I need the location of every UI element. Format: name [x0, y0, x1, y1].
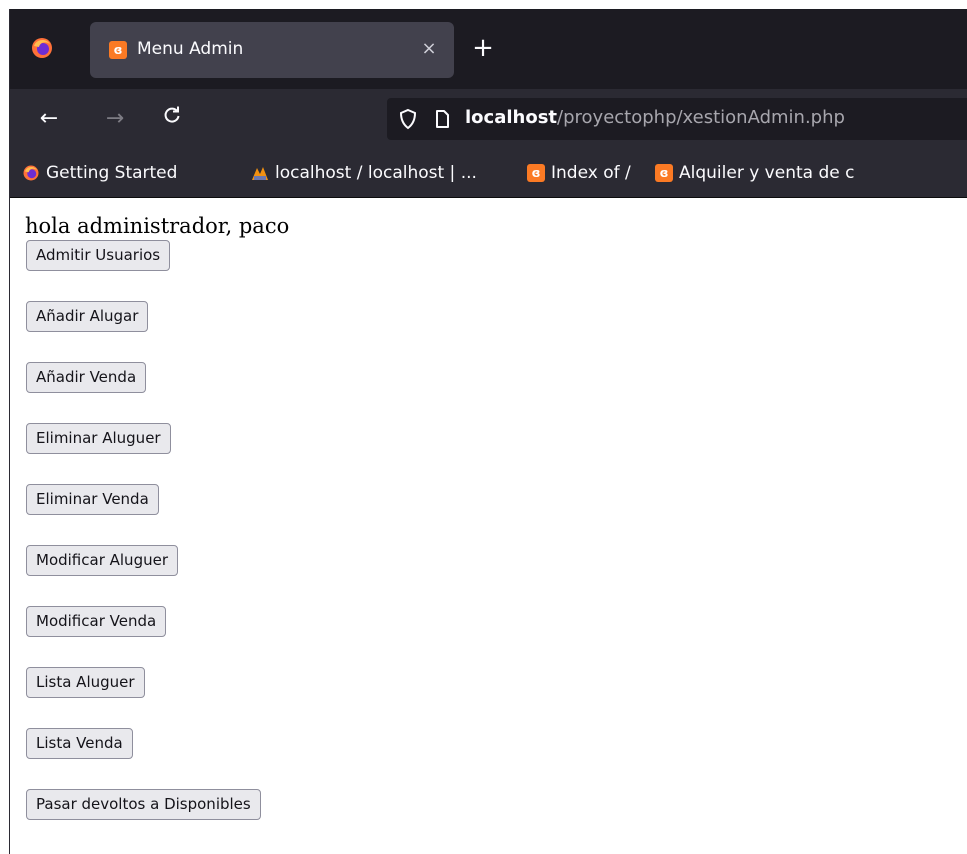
- reload-icon: [164, 106, 180, 123]
- tab-menu-admin[interactable]: ɞ Menu Admin ×: [90, 22, 454, 78]
- url-bar[interactable]: localhost/proyectophp/xestionAdmin.php: [387, 98, 967, 140]
- bookmark-label: localhost / localhost | ...: [275, 163, 477, 183]
- anadir-alugar-button[interactable]: Añadir Alugar: [26, 301, 149, 332]
- bookmark-getting-started[interactable]: Getting Started: [22, 162, 177, 184]
- back-button[interactable]: ←: [34, 104, 64, 134]
- bookmark-label: Getting Started: [46, 163, 178, 183]
- bookmark-label: Alquiler y venta de c: [679, 163, 855, 183]
- bookmark-phpmyadmin[interactable]: localhost / localhost | ...: [251, 162, 477, 184]
- firefox-menu-icon[interactable]: [30, 36, 54, 60]
- close-icon[interactable]: ×: [418, 38, 440, 60]
- modificar-aluguer-button[interactable]: Modificar Aluguer: [26, 545, 178, 576]
- greeting-text: hola administrador, paco: [25, 214, 290, 238]
- eliminar-venda-button[interactable]: Eliminar Venda: [26, 484, 159, 515]
- browser-window: ɞ Menu Admin × + ← → localhost/proyectop…: [10, 9, 967, 854]
- page-icon[interactable]: [431, 108, 453, 130]
- anadir-venda-button[interactable]: Añadir Venda: [26, 362, 147, 393]
- url-host: localhost: [465, 107, 558, 128]
- eliminar-aluguer-button[interactable]: Eliminar Aluguer: [26, 423, 171, 454]
- forward-button[interactable]: →: [100, 104, 130, 134]
- bookmarks-toolbar: Getting Started localhost / localhost | …: [10, 149, 967, 198]
- firefox-icon: [22, 164, 40, 182]
- tab-title: Menu Admin: [137, 39, 244, 59]
- lista-aluguer-button[interactable]: Lista Aluguer: [26, 667, 145, 698]
- new-tab-button[interactable]: +: [468, 34, 498, 64]
- url-text[interactable]: localhost/proyectophp/xestionAdmin.php: [465, 107, 845, 128]
- nav-bar: ← → localhost/proyectophp/xestionAdmin.p…: [10, 89, 967, 149]
- url-path: /proyectophp/xestionAdmin.php: [557, 107, 845, 128]
- tab-strip: ɞ Menu Admin × +: [10, 9, 967, 89]
- bookmark-alquiler[interactable]: ɞ Alquiler y venta de c: [655, 162, 854, 184]
- modificar-venda-button[interactable]: Modificar Venda: [26, 606, 167, 637]
- bookmark-label: Index of /: [551, 163, 631, 183]
- shield-icon[interactable]: [397, 108, 419, 130]
- bookmark-index-of[interactable]: ɞ Index of /: [527, 162, 631, 184]
- lista-venda-button[interactable]: Lista Venda: [26, 728, 133, 759]
- page-content: hola administrador, paco Admitir Usuario…: [10, 198, 967, 854]
- reload-button[interactable]: [157, 104, 187, 134]
- xampp-icon: ɞ: [109, 41, 127, 59]
- xampp-icon: ɞ: [527, 164, 545, 182]
- admitir-usuarios-button[interactable]: Admitir Usuarios: [26, 240, 171, 271]
- pasar-devoltos-button[interactable]: Pasar devoltos a Disponibles: [26, 789, 261, 820]
- xampp-icon: ɞ: [655, 164, 673, 182]
- phpmyadmin-icon: [251, 164, 269, 182]
